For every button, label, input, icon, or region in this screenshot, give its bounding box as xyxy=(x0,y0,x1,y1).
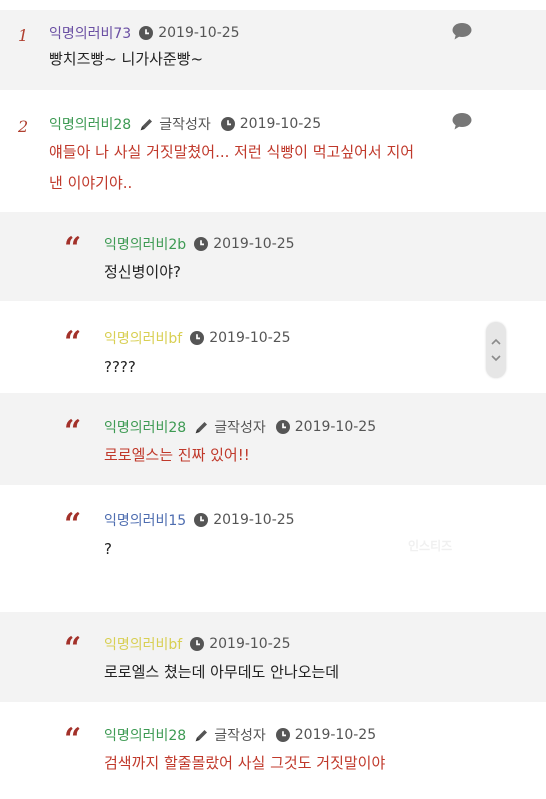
reply-meta: 익명의러비28 글작성자 2019-10-25 xyxy=(104,417,376,437)
comment-meta: 익명의러비28 글작성자 2019-10-25 xyxy=(49,114,321,134)
reply-date-text: 2019-10-25 xyxy=(294,419,377,435)
quote-icon: “ xyxy=(64,507,82,542)
writer-badge: 글작성자 xyxy=(194,725,266,745)
reply-date: 2019-10-25 xyxy=(275,727,377,743)
pencil-icon xyxy=(195,421,208,433)
writer-badge: 글작성자 xyxy=(194,417,266,437)
quote-icon: “ xyxy=(64,722,82,757)
comment-2: 2 익명의러비28 글작성자 2019-10-25 얘들아 나 사실 거짓말쳤어… xyxy=(0,103,546,211)
scroll-up-down-icon xyxy=(491,338,501,362)
watermark: 인스티즈 xyxy=(408,539,453,553)
reply-button[interactable] xyxy=(452,113,472,134)
reply-meta: 익명의러비bf 2019-10-25 xyxy=(104,328,291,348)
reply-text: 정신병이야? xyxy=(104,263,181,281)
comment-author[interactable]: 익명의러비28 xyxy=(49,114,131,134)
clock-icon xyxy=(220,117,235,131)
clock-icon xyxy=(275,420,290,434)
writer-badge-label: 글작성자 xyxy=(159,117,211,133)
comment-author[interactable]: 익명의러비73 xyxy=(49,23,131,43)
comment-number: 2 xyxy=(18,117,29,136)
reply-date: 2019-10-25 xyxy=(190,330,291,346)
comment-date-text: 2019-10-25 xyxy=(158,25,240,41)
comment-text-line-1: 얘들아 나 사실 거짓말쳤어... 저런 식빵이 먹고싶어서 지어 xyxy=(49,143,415,161)
reply-meta: 익명의러비15 2019-10-25 xyxy=(104,510,295,530)
scroll-indicator[interactable] xyxy=(486,322,506,378)
reply-text: 로로엘스는 진짜 있어!! xyxy=(104,446,250,464)
reply-meta: 익명의러비28 글작성자 2019-10-25 xyxy=(104,725,376,745)
reply-button[interactable] xyxy=(452,23,472,44)
reply-meta: 익명의러비bf 2019-10-25 xyxy=(104,634,291,654)
clock-icon xyxy=(194,237,209,251)
reply-author[interactable]: 익명의러비28 xyxy=(104,417,186,437)
reply-date-text: 2019-10-25 xyxy=(213,512,295,528)
reply-date-text: 2019-10-25 xyxy=(209,636,291,652)
writer-badge-label: 글작성자 xyxy=(214,420,266,436)
reply-author[interactable]: 익명의러비bf xyxy=(104,634,182,654)
pencil-icon xyxy=(195,729,208,741)
reply-2: “ 익명의러비bf 2019-10-25 ???? xyxy=(0,302,546,392)
reply-date: 2019-10-25 xyxy=(190,636,291,652)
clock-icon xyxy=(139,26,154,40)
comment-date: 2019-10-25 xyxy=(139,25,240,41)
clock-icon xyxy=(275,728,290,742)
comment-text: 빵치즈빵~ 니가사준빵~ xyxy=(49,50,204,68)
pencil-icon xyxy=(140,118,153,130)
comment-date-text: 2019-10-25 xyxy=(239,116,322,132)
clock-icon xyxy=(190,637,205,651)
reply-author[interactable]: 익명의러비15 xyxy=(104,510,186,530)
clock-icon xyxy=(194,513,209,527)
reply-4: “ 익명의러비15 2019-10-25 ? xyxy=(0,486,546,611)
writer-badge-label: 글작성자 xyxy=(214,728,266,744)
reply-date: 2019-10-25 xyxy=(194,236,295,252)
writer-badge: 글작성자 xyxy=(139,114,211,134)
quote-icon: “ xyxy=(64,231,82,266)
quote-icon: “ xyxy=(64,325,82,360)
reply-6: “ 익명의러비28 글작성자 2019-10-25 검색까지 할줄몰랐어 사실 … xyxy=(0,703,546,799)
reply-date: 2019-10-25 xyxy=(275,419,377,435)
reply-text: 검색까지 할줄몰랐어 사실 그것도 거짓말이야 xyxy=(104,754,386,772)
reply-3: “ 익명의러비28 글작성자 2019-10-25 로로엘스는 진짜 있어!! xyxy=(0,393,546,485)
comment-1: 1 익명의러비73 2019-10-25 빵치즈빵~ 니가사준빵~ xyxy=(0,10,546,90)
reply-author[interactable]: 익명의러비bf xyxy=(104,328,182,348)
reply-1: “ 익명의러비2b 2019-10-25 정신병이야? xyxy=(0,212,546,301)
reply-date: 2019-10-25 xyxy=(194,512,295,528)
comment-date: 2019-10-25 xyxy=(220,116,322,132)
speech-bubble-icon xyxy=(452,113,472,130)
reply-text: 로로엘스 쳤는데 아무데도 안나오는데 xyxy=(104,663,340,681)
reply-date-text: 2019-10-25 xyxy=(213,236,295,252)
comment-meta: 익명의러비73 2019-10-25 xyxy=(49,23,240,43)
reply-date-text: 2019-10-25 xyxy=(294,727,377,743)
reply-text: ???? xyxy=(104,358,136,376)
reply-text: ? xyxy=(104,540,112,558)
quote-icon: “ xyxy=(64,631,82,666)
comment-text-line-2: 낸 이야기야.. xyxy=(49,174,133,192)
reply-5: “ 익명의러비bf 2019-10-25 로로엘스 쳤는데 아무데도 안나오는데 xyxy=(0,612,546,702)
reply-meta: 익명의러비2b 2019-10-25 xyxy=(104,234,295,254)
quote-icon: “ xyxy=(64,414,82,449)
reply-date-text: 2019-10-25 xyxy=(209,330,291,346)
clock-icon xyxy=(190,331,205,345)
reply-author[interactable]: 익명의러비2b xyxy=(104,234,186,254)
reply-author[interactable]: 익명의러비28 xyxy=(104,725,186,745)
comment-number: 1 xyxy=(18,26,29,45)
speech-bubble-icon xyxy=(452,23,472,40)
